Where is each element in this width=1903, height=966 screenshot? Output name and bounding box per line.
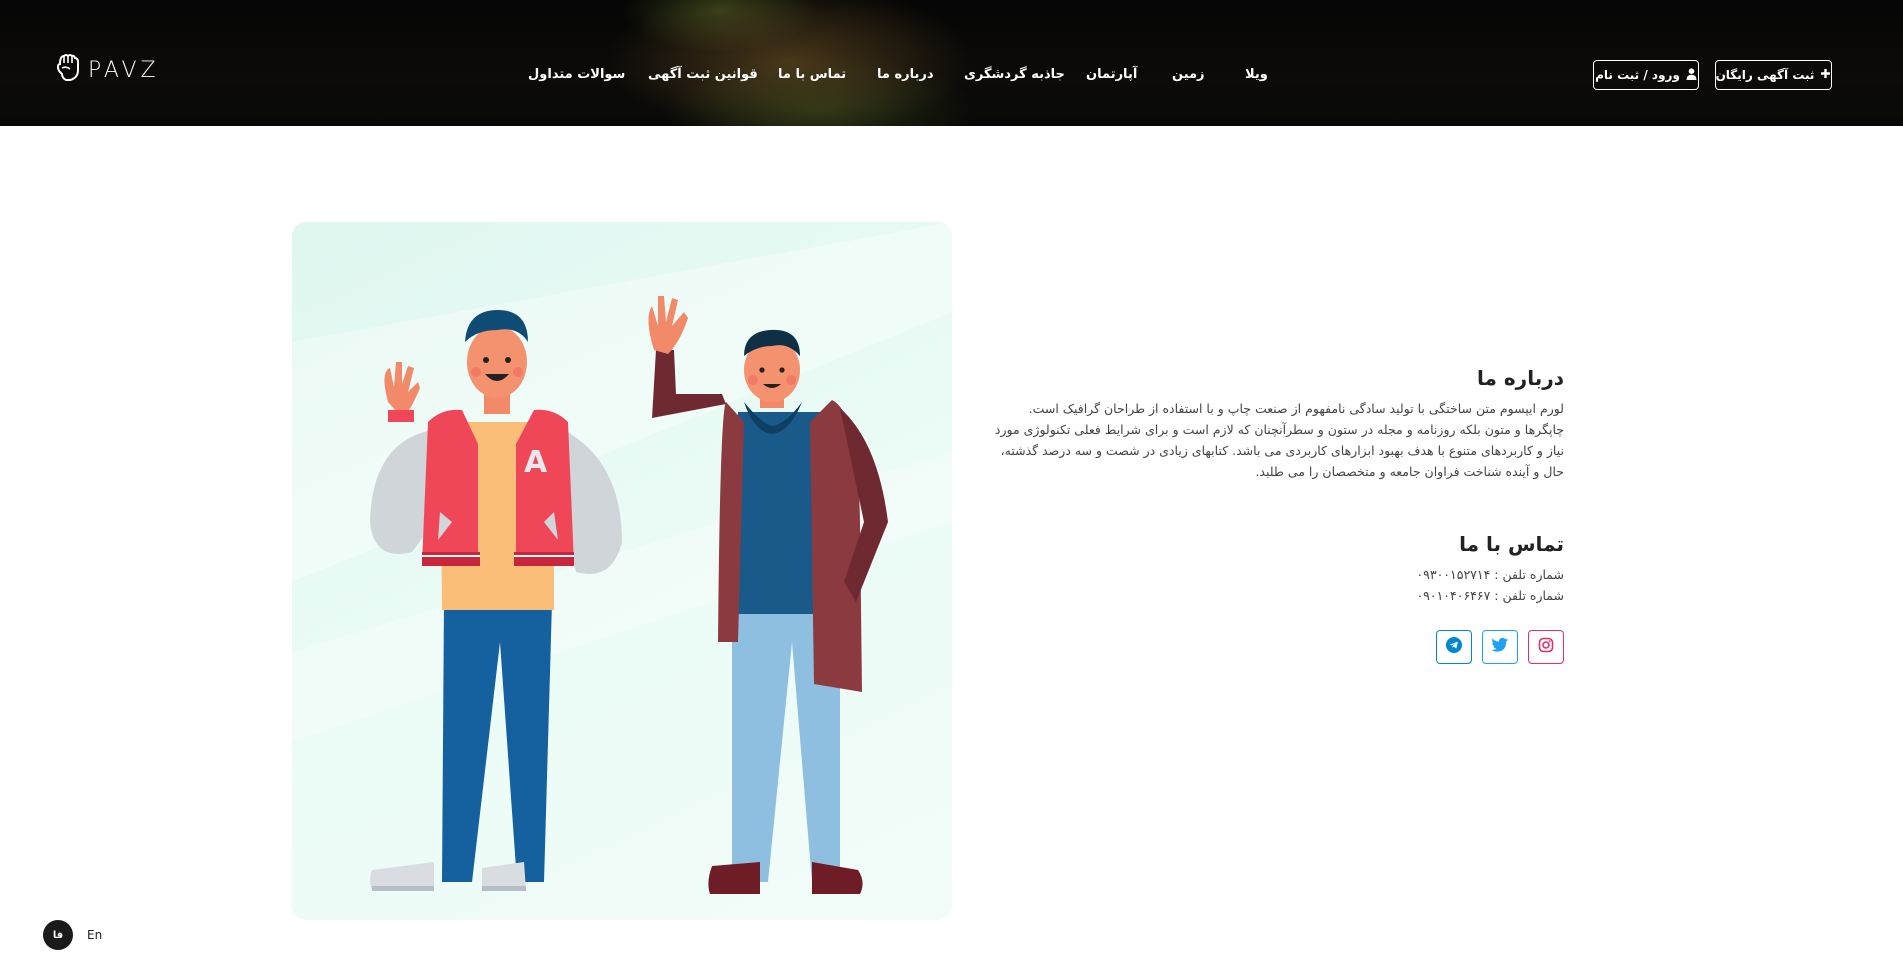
lang-en-button[interactable]: En: [87, 928, 102, 942]
about-line: چاپگرها و متون بلکه روزنامه و مجله در ست…: [994, 422, 1564, 437]
twitter-icon: [1491, 637, 1509, 657]
telegram-icon: [1446, 637, 1462, 657]
language-switcher: فا En: [43, 920, 102, 950]
logo-text: PAVZ: [88, 57, 160, 83]
about-contact-section: درباره ما لورم ایپسوم متن ساختگی با تولی…: [984, 366, 1564, 664]
nav-contact-us[interactable]: تماس با ما: [778, 67, 846, 82]
site-header: PAVZ ویلا زمین آپارتمان جاذبه گردشگری در…: [0, 0, 1903, 126]
instagram-link[interactable]: [1528, 630, 1564, 664]
plus-icon: [1820, 68, 1831, 82]
contact-title: تماس با ما: [1459, 532, 1564, 556]
nav-about-us[interactable]: درباره ما: [877, 67, 934, 82]
free-ad-label: ثبت آگهی رایگان: [1715, 68, 1815, 82]
nav-apartment[interactable]: آپارتمان: [1086, 67, 1137, 82]
nav-land[interactable]: زمین: [1172, 67, 1205, 82]
phone-number: شماره تلفن : ۰۹۰۱۰۴۰۶۴۶۷: [1416, 588, 1564, 603]
nav-tourist-attraction[interactable]: جاذبه گردشگری: [964, 67, 1065, 82]
login-register-label: ورود / ثبت نام: [1595, 68, 1680, 82]
user-icon: [1686, 67, 1697, 83]
instagram-icon: [1538, 637, 1554, 657]
social-links: [984, 630, 1564, 664]
about-line: لورم ایپسوم متن ساختگی با تولید سادگی نا…: [1028, 401, 1564, 416]
telegram-link[interactable]: [1436, 630, 1472, 664]
about-text: لورم ایپسوم متن ساختگی با تولید سادگی نا…: [984, 398, 1564, 482]
about-line: نیاز و کاربردهای متنوع با هدف بهبود ابزا…: [1000, 443, 1564, 458]
login-register-button[interactable]: ورود / ثبت نام: [1593, 60, 1699, 90]
about-title: درباره ما: [1477, 366, 1564, 390]
twitter-link[interactable]: [1482, 630, 1518, 664]
about-illustration: A: [292, 222, 952, 920]
phone-number: شماره تلفن : ۰۹۳۰۰۱۵۲۷۱۴: [1416, 567, 1564, 582]
about-line: حال و آینده شناخت فراوان جامعه و متخصصان…: [1255, 464, 1564, 479]
logo[interactable]: PAVZ: [54, 52, 160, 88]
svg-text:A: A: [524, 445, 548, 480]
free-ad-button[interactable]: ثبت آگهی رایگان: [1715, 60, 1832, 90]
nav-villa[interactable]: ویلا: [1245, 67, 1268, 82]
fist-logo-icon: [54, 52, 82, 88]
nav-ad-rules[interactable]: قوانین ثبت آگهی: [648, 67, 758, 82]
nav-faq[interactable]: سوالات متداول: [528, 67, 625, 82]
lang-fa-button[interactable]: فا: [43, 920, 73, 950]
